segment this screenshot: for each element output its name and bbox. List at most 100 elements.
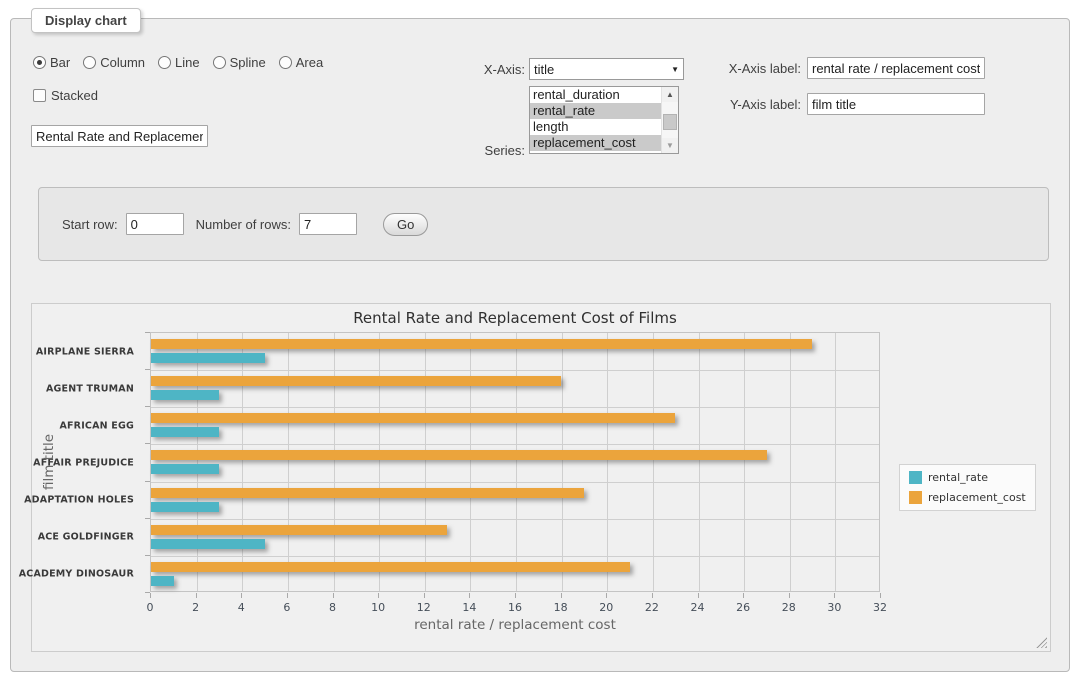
gridline-horizontal <box>151 407 879 408</box>
chart-type-radio-group: Bar Column Line Spline Area <box>33 55 323 70</box>
x-tick <box>333 593 334 598</box>
gridline-vertical <box>562 333 563 591</box>
gridline-vertical <box>425 333 426 591</box>
gridline-vertical <box>516 333 517 591</box>
gridline-horizontal <box>151 556 879 557</box>
gridline-vertical <box>835 333 836 591</box>
radio-icon <box>213 56 226 69</box>
x-tick-label: 26 <box>736 601 750 614</box>
chart-bar <box>151 488 584 498</box>
x-tick-label: 0 <box>147 601 154 614</box>
chart-legend: rental_rate replacement_cost <box>899 464 1036 511</box>
x-tick <box>424 593 425 598</box>
y-tick <box>145 369 150 370</box>
chart-bar <box>151 413 675 423</box>
fieldset-legend: Display chart <box>31 8 141 33</box>
chart-type-area[interactable]: Area <box>279 55 323 70</box>
x-axis-title: rental rate / replacement cost <box>150 617 880 633</box>
series-scrollbar[interactable]: ▲ ▼ <box>661 87 678 153</box>
chevron-down-icon: ▼ <box>671 65 679 74</box>
x-tick <box>834 593 835 598</box>
chart-bar <box>151 376 561 386</box>
chart-type-line[interactable]: Line <box>158 55 200 70</box>
row-range-fieldset: Start row: Number of rows: Go <box>38 187 1049 261</box>
chart-bar <box>151 390 219 400</box>
y-tick <box>145 518 150 519</box>
y-axis-label-input[interactable] <box>807 93 985 115</box>
series-multiselect[interactable]: rental_durationrental_ratelengthreplacem… <box>529 86 679 154</box>
x-tick <box>196 593 197 598</box>
category-label: AGENT TRUMAN <box>46 383 134 394</box>
category-label: ADAPTATION HOLES <box>24 495 134 506</box>
gridline-vertical <box>288 333 289 591</box>
x-tick <box>789 593 790 598</box>
chart-bar <box>151 539 265 549</box>
x-tick <box>880 593 881 598</box>
x-tick-marks <box>150 593 880 598</box>
resize-handle-icon[interactable] <box>1036 637 1047 648</box>
display-chart-fieldset: Display chart BarColumnLineSplineArea St… <box>10 18 1070 672</box>
start-row-label: Start row: <box>62 217 118 232</box>
chart-type-bar[interactable]: Bar <box>33 55 70 70</box>
legend-label: rental_rate <box>928 471 988 484</box>
chart-bar <box>151 339 812 349</box>
chart-type-spline[interactable]: Spline <box>213 55 266 70</box>
radio-label: Spline <box>230 55 266 70</box>
gridline-vertical <box>607 333 608 591</box>
x-tick-label: 12 <box>417 601 431 614</box>
x-axis-label-input[interactable] <box>807 57 985 79</box>
stacked-option[interactable]: Stacked <box>33 88 98 103</box>
gridline-horizontal <box>151 444 879 445</box>
x-tick-label: 8 <box>329 601 336 614</box>
chart-bar <box>151 576 174 586</box>
x-axis-selected-value: title <box>534 62 554 77</box>
x-tick-label: 10 <box>371 601 385 614</box>
gridline-vertical <box>790 333 791 591</box>
stacked-label: Stacked <box>51 88 98 103</box>
chart-bar <box>151 464 219 474</box>
x-tick-label: 14 <box>462 601 476 614</box>
x-tick-label: 2 <box>192 601 199 614</box>
start-row-input[interactable] <box>126 213 184 235</box>
chart-area: Rental Rate and Replacement Cost of Film… <box>31 303 1051 652</box>
radio-icon <box>279 56 292 69</box>
series-option-rental_duration[interactable]: rental_duration <box>530 87 661 103</box>
chart-bar <box>151 525 447 535</box>
gridline-horizontal <box>151 370 879 371</box>
chart-title-input[interactable] <box>31 125 208 147</box>
x-tick-label: 32 <box>873 601 887 614</box>
x-tick <box>469 593 470 598</box>
gridline-vertical <box>242 333 243 591</box>
gridline-vertical <box>470 333 471 591</box>
scroll-up-icon[interactable]: ▲ <box>662 87 678 102</box>
y-tick-marks <box>145 332 150 592</box>
stacked-checkbox[interactable] <box>33 89 46 102</box>
series-option-replacement_cost[interactable]: replacement_cost <box>530 135 661 151</box>
y-tick <box>145 406 150 407</box>
chart-title: Rental Rate and Replacement Cost of Film… <box>150 309 880 327</box>
legend-item-replacement_cost[interactable]: replacement_cost <box>909 491 1026 504</box>
x-axis-select-label: X-Axis: <box>441 62 525 77</box>
category-label: ACADEMY DINOSAUR <box>19 569 134 580</box>
go-button[interactable]: Go <box>383 213 428 236</box>
plot-area <box>150 332 880 592</box>
chart-bar <box>151 427 219 437</box>
num-rows-input[interactable] <box>299 213 357 235</box>
x-axis-select[interactable]: title ▼ <box>529 58 684 80</box>
gridline-vertical <box>197 333 198 591</box>
x-tick <box>241 593 242 598</box>
scrollbar-thumb[interactable] <box>663 114 677 130</box>
gridline-vertical <box>653 333 654 591</box>
chart-type-column[interactable]: Column <box>83 55 145 70</box>
gridline-vertical <box>699 333 700 591</box>
series-select-label: Series: <box>441 143 525 158</box>
series-option-rental_rate[interactable]: rental_rate <box>530 103 661 119</box>
x-tick <box>150 593 151 598</box>
radio-label: Bar <box>50 55 70 70</box>
series-option-length[interactable]: length <box>530 119 661 135</box>
chart-bar <box>151 562 630 572</box>
legend-item-rental_rate[interactable]: rental_rate <box>909 471 1026 484</box>
gridline-vertical <box>334 333 335 591</box>
scroll-down-icon[interactable]: ▼ <box>662 138 678 153</box>
x-tick-label: 20 <box>599 601 613 614</box>
